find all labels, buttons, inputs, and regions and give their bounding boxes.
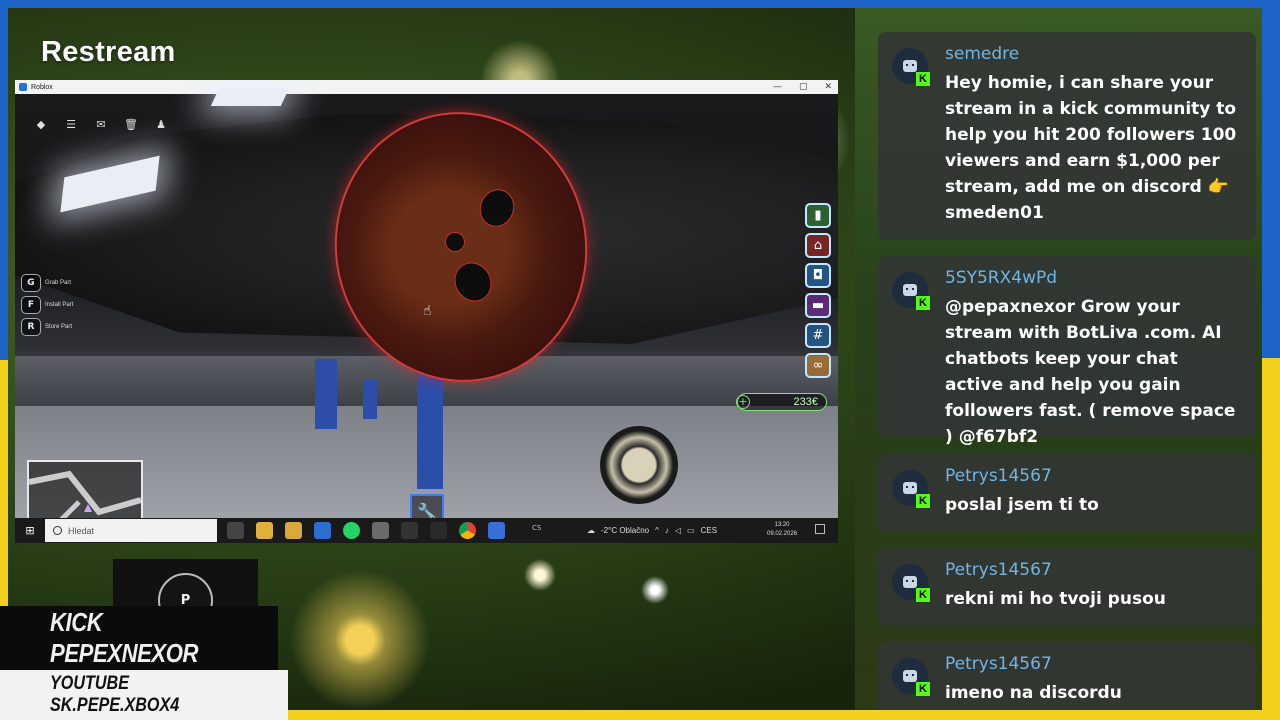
app-icon[interactable]	[430, 522, 447, 539]
chat-text: poslal jsem ti to	[945, 495, 1099, 515]
hamburger-menu-icon[interactable]: ☰	[63, 116, 79, 132]
lift-post	[315, 359, 337, 429]
key-f: F	[21, 296, 41, 314]
chrome-icon[interactable]	[459, 522, 476, 539]
chat-message: K Petrys14567 imeno na discordu	[878, 642, 1256, 710]
chat-username: 5SY5RX4wPd	[945, 268, 1058, 288]
wheel-lug-hole	[445, 232, 465, 252]
chat-username: Petrys14567	[945, 466, 1052, 486]
chat-bubble-icon[interactable]: ✉	[93, 116, 109, 132]
people-icon[interactable]: ♟	[153, 116, 169, 132]
bot-icon	[903, 60, 917, 72]
weather-icon: ☁	[587, 526, 595, 535]
app-icon[interactable]	[314, 522, 331, 539]
whatsapp-icon[interactable]	[343, 522, 360, 539]
restream-logo: Restream	[41, 36, 176, 68]
window-titlebar[interactable]: Roblox — ▢ ✕	[15, 80, 838, 94]
spare-wheel	[600, 426, 678, 504]
money-amount: 233€	[793, 396, 818, 408]
tray-chevron-icon[interactable]: ^	[655, 526, 659, 535]
flag-stripe-blue	[1262, 8, 1280, 358]
key-r: R	[21, 318, 41, 336]
roblox-menu-icon[interactable]: ◆	[33, 116, 49, 132]
keyhint-label: Install Part	[45, 302, 74, 308]
calculator-icon[interactable]	[372, 522, 389, 539]
weather-text[interactable]: -2°C Oblačno	[601, 526, 649, 535]
chat-message: K semedre Hey homie, i can share your st…	[878, 32, 1256, 240]
volume-icon[interactable]: ◁	[675, 526, 681, 535]
system-tray: ☁ -2°C Oblačno ^ ♪ ◁ ▭ CES	[587, 518, 717, 543]
chat-text: rekni mi ho tvoji pusou	[945, 589, 1166, 609]
keyhint-store: R Store Part	[21, 318, 72, 336]
notifications-icon[interactable]	[815, 524, 825, 534]
bot-icon	[903, 670, 917, 682]
backpack-icon[interactable]: ◘	[805, 263, 831, 288]
task-view-icon[interactable]	[227, 522, 244, 539]
minimize-button[interactable]: —	[773, 80, 782, 94]
bot-icon	[903, 576, 917, 588]
search-placeholder: Hledat	[68, 525, 95, 536]
keyhint-label: Grab Part	[45, 280, 72, 286]
windows-start-icon[interactable]: ⊞	[15, 518, 45, 543]
chat-message: K Petrys14567 poslal jsem ti to	[878, 454, 1256, 532]
chat-message: K 5SY5RX4wPd @pepaxnexor Grow your strea…	[878, 256, 1256, 447]
cs-label: CS	[532, 524, 542, 532]
roblox-app-icon	[19, 83, 27, 91]
keyhint-label: Store Part	[45, 324, 73, 330]
file-explorer-icon[interactable]	[256, 522, 273, 539]
chat-username: Petrys14567	[945, 654, 1052, 674]
chat-text: imeno na discordu	[945, 683, 1122, 703]
kick-badge-icon: K	[916, 682, 930, 696]
inventory-icon[interactable]: ▮	[805, 203, 831, 228]
chat-username: Petrys14567	[945, 560, 1052, 580]
money-display[interactable]: + 233€	[736, 393, 827, 411]
close-button[interactable]: ✕	[824, 80, 832, 94]
top-border	[0, 0, 1280, 8]
chat-text: @pepaxnexor Grow your stream with BotLiv…	[945, 297, 1236, 447]
chat-username: semedre	[945, 44, 1020, 64]
kick-badge-icon: K	[916, 588, 930, 602]
lift-post	[363, 379, 377, 419]
flag-stripe-yellow	[1262, 358, 1280, 710]
roblox-taskbar-icon[interactable]	[488, 522, 505, 539]
language-indicator[interactable]: CES	[701, 526, 717, 535]
keyhint-install: F Install Part	[21, 296, 73, 314]
kick-badge-icon: K	[916, 296, 930, 310]
bot-icon	[903, 482, 917, 494]
link-icon[interactable]: ∞	[805, 353, 831, 378]
game-viewport[interactable]: ☝ ◆ ☰ ✉ 🗑 ♟ G Grab Part F Install Part R…	[15, 88, 838, 528]
cursor-hand-icon: ☝	[423, 303, 432, 319]
app-icon[interactable]	[401, 522, 418, 539]
store-icon[interactable]	[285, 522, 302, 539]
network-icon[interactable]: ▭	[687, 526, 695, 535]
kick-badge-icon: K	[916, 72, 930, 86]
ceiling-light	[210, 88, 290, 106]
folder-icon[interactable]: ▬	[805, 293, 831, 318]
taskbar-search[interactable]: Hledat	[45, 519, 217, 542]
search-icon	[53, 526, 62, 535]
kick-handle: KICK PEPEXNEXOR	[50, 607, 199, 668]
mic-icon[interactable]: ♪	[665, 526, 669, 535]
minimap[interactable]	[27, 460, 143, 526]
trash-icon[interactable]: 🗑	[123, 116, 139, 132]
hashtag-icon[interactable]: #	[805, 323, 831, 348]
kick-badge-icon: K	[916, 494, 930, 508]
maximize-button[interactable]: ▢	[799, 80, 808, 94]
key-g: G	[21, 274, 41, 292]
kick-banner: KICK PEPEXNEXOR	[0, 606, 278, 670]
taskbar-clock[interactable]: 13:20 09.02.2026	[767, 521, 797, 539]
add-money-icon[interactable]: +	[736, 395, 750, 409]
shop-icon[interactable]: ⌂	[805, 233, 831, 258]
game-window[interactable]: Roblox — ▢ ✕ ☝ ◆ ☰ ✉ 🗑 ♟ G Grab Part F I…	[15, 80, 838, 543]
clock-time: 13:20	[774, 522, 790, 528]
chat-message: K Petrys14567 rekni mi ho tvoji pusou	[878, 548, 1256, 626]
bot-icon	[903, 284, 917, 296]
clock-date: 09.02.2026	[767, 531, 798, 537]
youtube-banner: YOUTUBE SK.PEPE.XBOX4	[0, 670, 288, 720]
chat-text: Hey homie, i can share your stream in a …	[945, 73, 1237, 223]
youtube-handle: YOUTUBE SK.PEPE.XBOX4	[50, 673, 180, 716]
windows-taskbar: ⊞ Hledat CS ☁ -2°C Oblačno ^ ♪ ◁ ▭ CES 1…	[15, 518, 838, 543]
window-title: Roblox	[31, 83, 53, 91]
keyhint-grab: G Grab Part	[21, 274, 71, 292]
